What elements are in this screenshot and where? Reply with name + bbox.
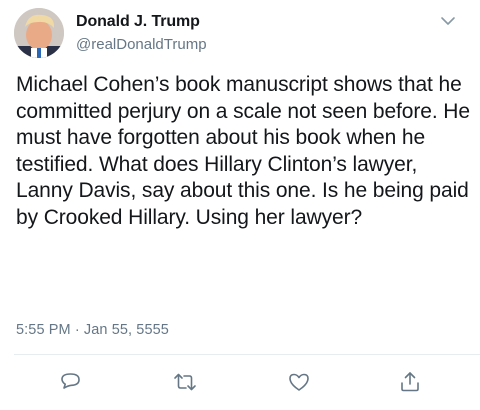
heart-icon[interactable] bbox=[286, 369, 312, 395]
display-name[interactable]: Donald J. Trump bbox=[76, 13, 200, 31]
avatar[interactable] bbox=[14, 8, 64, 58]
tweet-timestamp[interactable]: 5:55 PM · Jan 55, 5555 bbox=[16, 322, 169, 338]
retweet-icon[interactable] bbox=[172, 369, 198, 395]
tweet-text: Michael Cohen’s book manuscript shows th… bbox=[16, 73, 470, 229]
user-handle[interactable]: @realDonaldTrump bbox=[76, 36, 207, 53]
reply-icon[interactable] bbox=[58, 369, 84, 395]
share-icon[interactable] bbox=[397, 369, 423, 395]
tweet-card: Donald J. Trump @realDonaldTrump Michael… bbox=[0, 0, 480, 410]
divider bbox=[14, 354, 480, 355]
chevron-down-icon[interactable] bbox=[440, 14, 456, 28]
